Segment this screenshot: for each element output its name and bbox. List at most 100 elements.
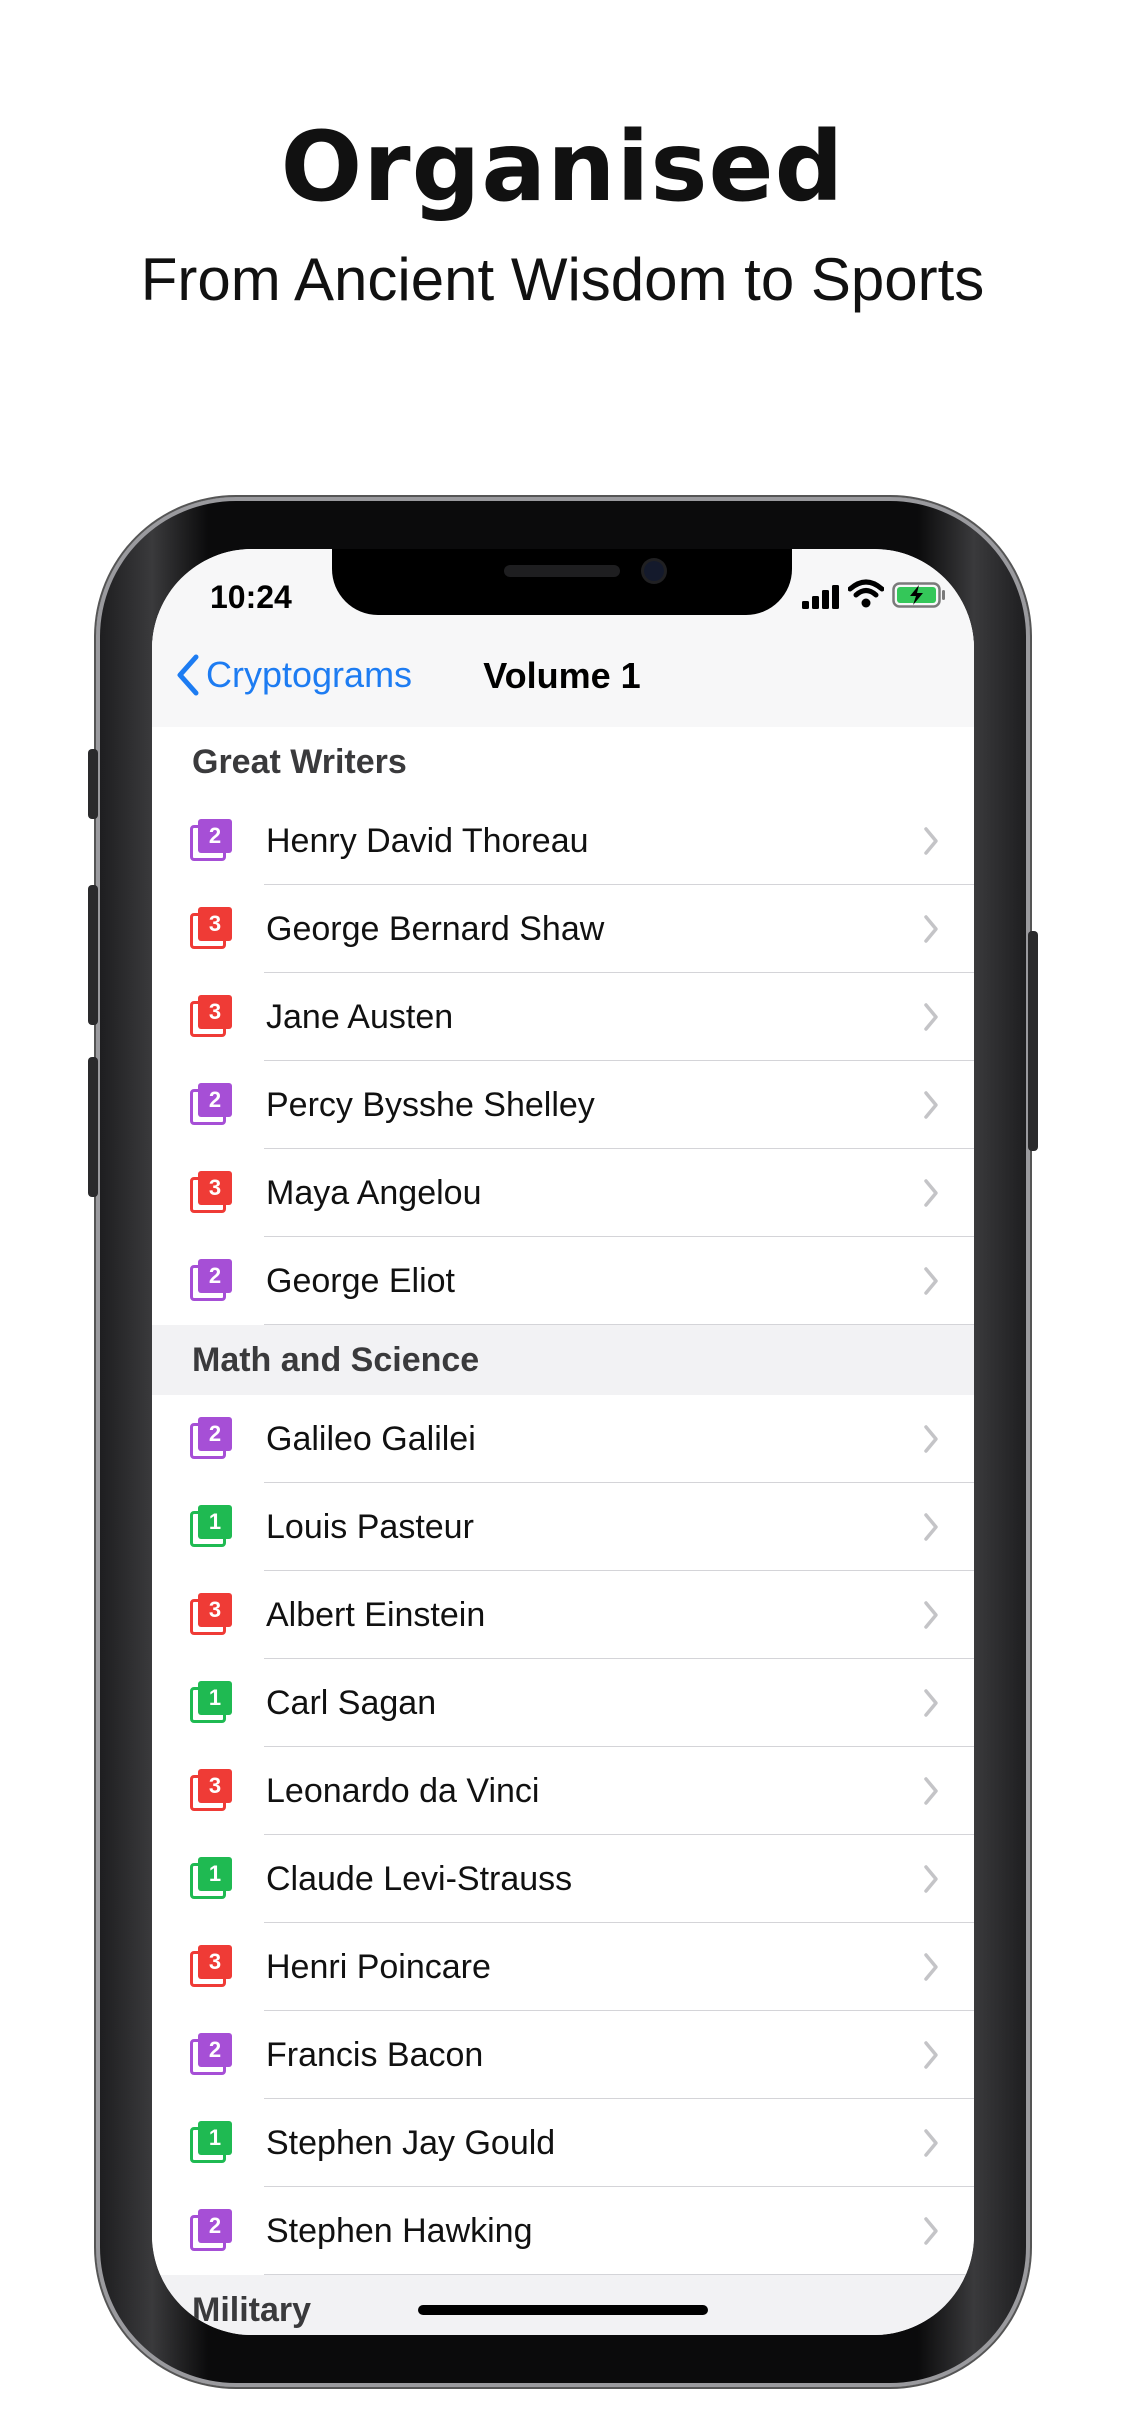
- list-row[interactable]: 3 Jane Austen: [152, 973, 974, 1061]
- chevron-right-icon: [924, 1179, 938, 1207]
- volume-down-button: [88, 1057, 98, 1197]
- chevron-right-icon: [924, 2217, 938, 2245]
- level-badge-icon: 2: [190, 1259, 234, 1303]
- camera-notch: [332, 549, 792, 615]
- volume-up-button: [88, 885, 98, 1025]
- level-badge-icon: 2: [190, 819, 234, 863]
- level-badge-icon: 3: [190, 1593, 234, 1637]
- badge-level-number: 3: [198, 907, 232, 941]
- chevron-right-icon: [924, 1953, 938, 1981]
- badge-level-number: 2: [198, 1083, 232, 1117]
- row-label: Louis Pasteur: [266, 1507, 474, 1546]
- row-label: Claude Levi-Strauss: [266, 1859, 573, 1898]
- list-row[interactable]: 2 Galileo Galilei: [152, 1395, 974, 1483]
- row-label: Galileo Galilei: [266, 1419, 476, 1458]
- earpiece-speaker: [504, 565, 620, 577]
- level-badge-icon: 3: [190, 995, 234, 1039]
- row-label: Jane Austen: [266, 997, 454, 1036]
- badge-level-number: 1: [198, 1857, 232, 1891]
- wifi-icon: [848, 579, 884, 608]
- list-row[interactable]: 2 George Eliot: [152, 1237, 974, 1325]
- badge-level-number: 2: [198, 2033, 232, 2067]
- level-badge-icon: 1: [190, 1681, 234, 1725]
- puzzle-list: Great Writers 2 Henry David Thoreau 3 George…: [152, 727, 974, 2335]
- chevron-right-icon: [924, 1689, 938, 1717]
- status-time: 10:24: [210, 579, 292, 615]
- level-badge-icon: 3: [190, 1171, 234, 1215]
- chevron-right-icon: [924, 1425, 938, 1453]
- badge-level-number: 1: [198, 1505, 232, 1539]
- list-row[interactable]: 1 Claude Levi-Strauss: [152, 1835, 974, 1923]
- level-badge-icon: 2: [190, 2209, 234, 2253]
- row-label: Maya Angelou: [266, 1173, 482, 1212]
- row-label: Stephen Jay Gould: [266, 2123, 556, 2162]
- list-row[interactable]: 2 Percy Bysshe Shelley: [152, 1061, 974, 1149]
- list-row[interactable]: 2 Stephen Hawking: [152, 2187, 974, 2275]
- chevron-right-icon: [924, 2129, 938, 2157]
- level-badge-icon: 3: [190, 1769, 234, 1813]
- list-row[interactable]: 1 Stephen Jay Gould: [152, 2099, 974, 2187]
- section-header: Great Writers: [152, 727, 974, 797]
- badge-level-number: 2: [198, 819, 232, 853]
- level-badge-icon: 2: [190, 1417, 234, 1461]
- list-row[interactable]: 3 Leonardo da Vinci: [152, 1747, 974, 1835]
- row-label: Francis Bacon: [266, 2035, 484, 2074]
- list-row[interactable]: 3 Henri Poincare: [152, 1923, 974, 2011]
- side-button: [1028, 931, 1038, 1151]
- badge-level-number: 3: [198, 995, 232, 1029]
- front-camera: [644, 561, 664, 581]
- list-row[interactable]: 3 George Bernard Shaw: [152, 885, 974, 973]
- badge-level-number: 3: [198, 1593, 232, 1627]
- row-label: Henry David Thoreau: [266, 821, 589, 860]
- row-label: George Bernard Shaw: [266, 909, 605, 948]
- row-label: Carl Sagan: [266, 1683, 437, 1722]
- battery-charging-icon: [892, 582, 945, 608]
- level-badge-icon: 2: [190, 2033, 234, 2077]
- badge-level-number: 3: [198, 1171, 232, 1205]
- mute-switch: [88, 749, 98, 819]
- subheadline: From Ancient Wisdom to Sports: [140, 246, 985, 313]
- chevron-right-icon: [924, 1091, 938, 1119]
- chevron-right-icon: [924, 1777, 938, 1805]
- row-label: Stephen Hawking: [266, 2211, 533, 2250]
- badge-level-number: 2: [198, 2209, 232, 2243]
- chevron-right-icon: [924, 2041, 938, 2069]
- row-label: George Eliot: [266, 1261, 455, 1300]
- level-badge-icon: 3: [190, 907, 234, 951]
- row-separator: [264, 1324, 974, 1325]
- phone-frame: 10:24 Cryptograms Volume 1 Great Writers…: [88, 497, 1038, 2387]
- row-label: Albert Einstein: [266, 1595, 486, 1634]
- navigation-bar: Cryptograms Volume 1: [152, 615, 974, 728]
- home-indicator[interactable]: [418, 2305, 708, 2315]
- chevron-right-icon: [924, 1267, 938, 1295]
- chevron-right-icon: [924, 1601, 938, 1629]
- chevron-right-icon: [924, 915, 938, 943]
- badge-level-number: 2: [198, 1417, 232, 1451]
- badge-level-number: 2: [198, 1259, 232, 1293]
- list-row[interactable]: 3 Albert Einstein: [152, 1571, 974, 1659]
- chevron-right-icon: [924, 827, 938, 855]
- nav-title: Volume 1: [483, 655, 641, 696]
- chevron-left-icon: [177, 654, 199, 696]
- list-row[interactable]: 1 Carl Sagan: [152, 1659, 974, 1747]
- row-label: Leonardo da Vinci: [266, 1771, 540, 1810]
- list-row[interactable]: 3 Maya Angelou: [152, 1149, 974, 1237]
- section-header: Math and Science: [152, 1325, 974, 1395]
- level-badge-icon: 3: [190, 1945, 234, 1989]
- badge-level-number: 1: [198, 2121, 232, 2155]
- list-row[interactable]: 2 Henry David Thoreau: [152, 797, 974, 885]
- chevron-right-icon: [924, 1513, 938, 1541]
- badge-level-number: 1: [198, 1681, 232, 1715]
- badge-level-number: 3: [198, 1945, 232, 1979]
- headline: Organised: [280, 111, 845, 223]
- list-row[interactable]: 2 Francis Bacon: [152, 2011, 974, 2099]
- level-badge-icon: 1: [190, 2121, 234, 2165]
- phone-screen: 10:24 Cryptograms Volume 1 Great Writers…: [152, 549, 974, 2335]
- cellular-signal-icon: [802, 585, 839, 609]
- row-separator: [264, 2274, 974, 2275]
- row-label: Percy Bysshe Shelley: [266, 1085, 595, 1124]
- row-label: Henri Poincare: [266, 1947, 491, 1986]
- chevron-right-icon: [924, 1003, 938, 1031]
- list-row[interactable]: 1 Louis Pasteur: [152, 1483, 974, 1571]
- chevron-right-icon: [924, 1865, 938, 1893]
